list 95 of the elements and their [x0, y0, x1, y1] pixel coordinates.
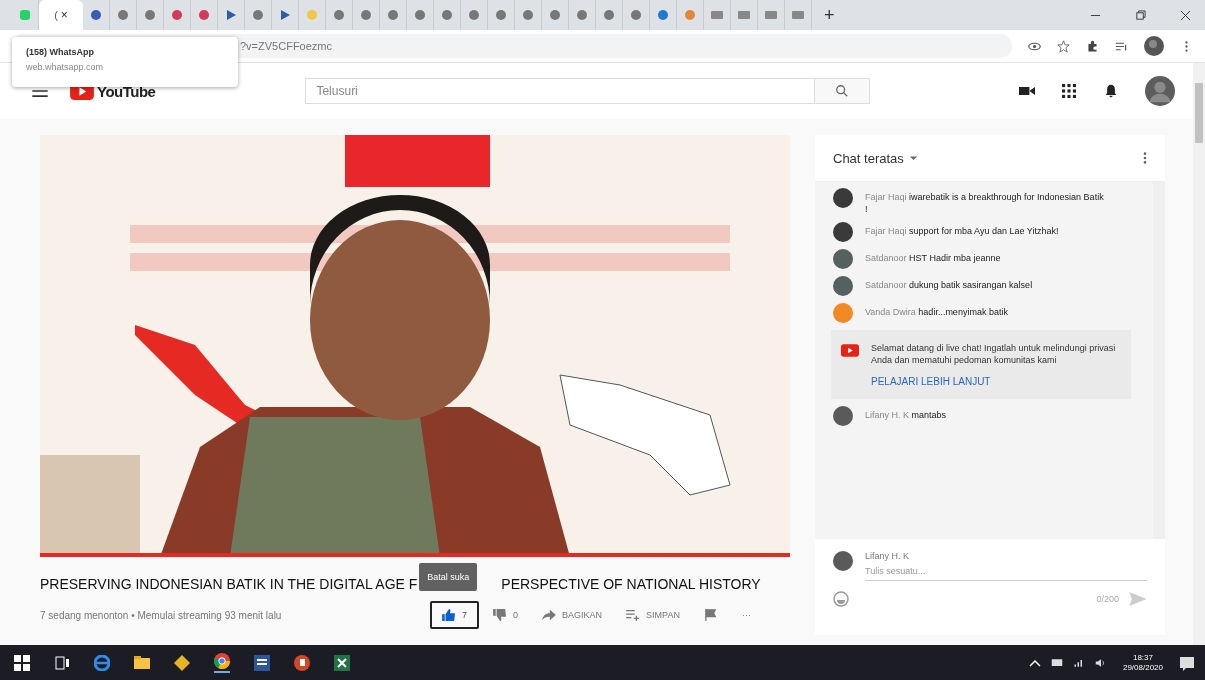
favicon-icon — [90, 9, 102, 21]
share-button[interactable]: BAGIKAN — [532, 601, 613, 629]
favicon-icon — [387, 9, 399, 21]
chat-input[interactable]: Tulis sesuatu... — [865, 566, 1147, 581]
network-icon[interactable] — [1050, 657, 1063, 668]
camera-icon[interactable] — [1019, 84, 1035, 98]
tooltip: Batal suka — [419, 563, 478, 591]
volume-icon[interactable] — [1094, 657, 1107, 668]
favicon-icon — [441, 9, 453, 21]
author-name: Lifany H. K — [865, 551, 911, 561]
chat-mode-dropdown[interactable]: Chat teratas — [833, 150, 904, 166]
browser-e-icon[interactable] — [94, 654, 110, 671]
favicon-icon — [252, 9, 264, 21]
favicon-icon — [279, 9, 291, 21]
favicon-icon — [225, 9, 237, 21]
favicon-icon — [603, 9, 615, 21]
clock-time: 18:37 — [1132, 652, 1153, 663]
windows-start-icon[interactable] — [14, 654, 30, 671]
play-logo-icon — [841, 344, 859, 357]
dislike-button[interactable]: 0 — [483, 601, 529, 629]
favicon-icon — [549, 9, 561, 21]
new-tab-button[interactable]: + — [824, 4, 835, 26]
favicon-icon — [765, 9, 777, 21]
favicon-icon — [738, 9, 750, 21]
favicon-icon — [333, 9, 345, 21]
favicon-icon — [117, 9, 129, 21]
excel-icon[interactable] — [334, 654, 350, 671]
avatar-icon[interactable] — [1145, 76, 1175, 106]
signal-icon[interactable] — [1072, 657, 1085, 668]
search-icon — [835, 84, 850, 98]
thumbs-up-icon — [442, 609, 456, 621]
chrome-icon[interactable] — [214, 652, 230, 673]
favicon-icon — [576, 9, 588, 21]
notice-text: Selamat datang di live chat! Ingatlah untuk melindungi privasi Anda dan mematuhi pedoman komunitas kami — [871, 342, 1117, 366]
apps-grid-icon[interactable] — [1061, 84, 1077, 98]
tab-title: ( — [54, 9, 58, 21]
notification-icon[interactable] — [1179, 654, 1195, 671]
chat-message: Lifany H. K mantabs — [865, 409, 948, 421]
chat-message: Fajar Haqi iwarebatik is a breakthrough for Indonesian Batik ! — [865, 191, 1105, 215]
chat-message: Satdanoor HST Hadir mba jeanne — [865, 252, 1002, 264]
playlist-add-icon — [626, 609, 641, 621]
search-field[interactable]: Telusuri — [305, 78, 816, 104]
caret-icon[interactable] — [909, 155, 917, 161]
favicon-icon — [19, 9, 31, 21]
favicon-icon — [657, 9, 669, 21]
share-arrow-icon — [542, 609, 557, 621]
logo-text: YouTube — [97, 82, 156, 100]
emoji-icon[interactable] — [833, 591, 849, 607]
more-button[interactable]: ··· — [731, 601, 761, 629]
restore-icon[interactable] — [1135, 9, 1146, 21]
chat-message: Fajar Haqi support for mba Ayu dan Lae Yitzhak! — [865, 225, 1060, 237]
save-button[interactable]: SIMPAN — [616, 601, 690, 629]
view-info: 7 sedang menonton • Memulai streaming 93 menit lalu — [40, 609, 283, 621]
browser-tab[interactable]: ( × — [39, 0, 83, 30]
favicon-icon — [630, 9, 642, 21]
more-options-icon[interactable] — [1143, 151, 1147, 165]
favicon-icon — [468, 9, 480, 21]
star-icon[interactable] — [1057, 39, 1070, 53]
close-icon[interactable] — [1180, 9, 1191, 21]
character-counter: 0/200 — [1096, 594, 1119, 604]
diamond-icon[interactable] — [174, 654, 190, 671]
favicon-icon — [360, 9, 372, 21]
user-avatar — [833, 551, 853, 571]
favicon-icon — [495, 9, 507, 21]
folder-icon[interactable] — [134, 654, 150, 671]
learn-more-link[interactable]: PELAJARI LEBIH LANJUT — [871, 376, 991, 387]
favicon-icon — [306, 9, 318, 21]
search-button[interactable] — [815, 78, 871, 104]
flag-icon — [703, 609, 718, 621]
favicon-icon — [414, 9, 426, 21]
favicon-icon — [198, 9, 210, 21]
bell-icon[interactable] — [1103, 84, 1119, 98]
favicon-icon — [684, 9, 696, 21]
favicon-icon — [792, 9, 804, 21]
tooltip-title: (158) WhatsApp — [26, 47, 95, 57]
puzzle-icon[interactable] — [1086, 39, 1099, 53]
tooltip-url: web.whatsapp.com — [26, 62, 105, 72]
chat-message: Satdanoor dukung batik sasirangan kalsel — [865, 279, 1034, 291]
word-icon[interactable] — [254, 654, 270, 671]
favicon-icon — [711, 9, 723, 21]
thumbs-down-icon — [493, 609, 507, 621]
clock-date: 29/08/2020 — [1122, 662, 1163, 673]
profile-avatar-icon[interactable] — [1144, 36, 1164, 56]
chat-message: Vanda Dwira hadir...menyimak batik — [865, 306, 1009, 318]
video-title: PERSPECTIVE OF NATIONAL HISTORY — [501, 576, 761, 592]
chevron-up-icon[interactable] — [1028, 657, 1041, 668]
favicon-icon — [171, 9, 183, 21]
video-title: PRESERVING INDONESIAN BATIK IN THE DIGITAL AGE F — [40, 576, 418, 592]
favicon-icon — [144, 9, 156, 21]
scrollbar-thumb[interactable] — [1195, 83, 1203, 143]
tab-close-button[interactable]: × — [60, 8, 68, 22]
task-view-icon[interactable] — [54, 654, 70, 671]
like-button[interactable]: 7 — [430, 601, 479, 629]
powerpoint-icon[interactable] — [294, 654, 310, 671]
favicon-icon — [522, 9, 534, 21]
